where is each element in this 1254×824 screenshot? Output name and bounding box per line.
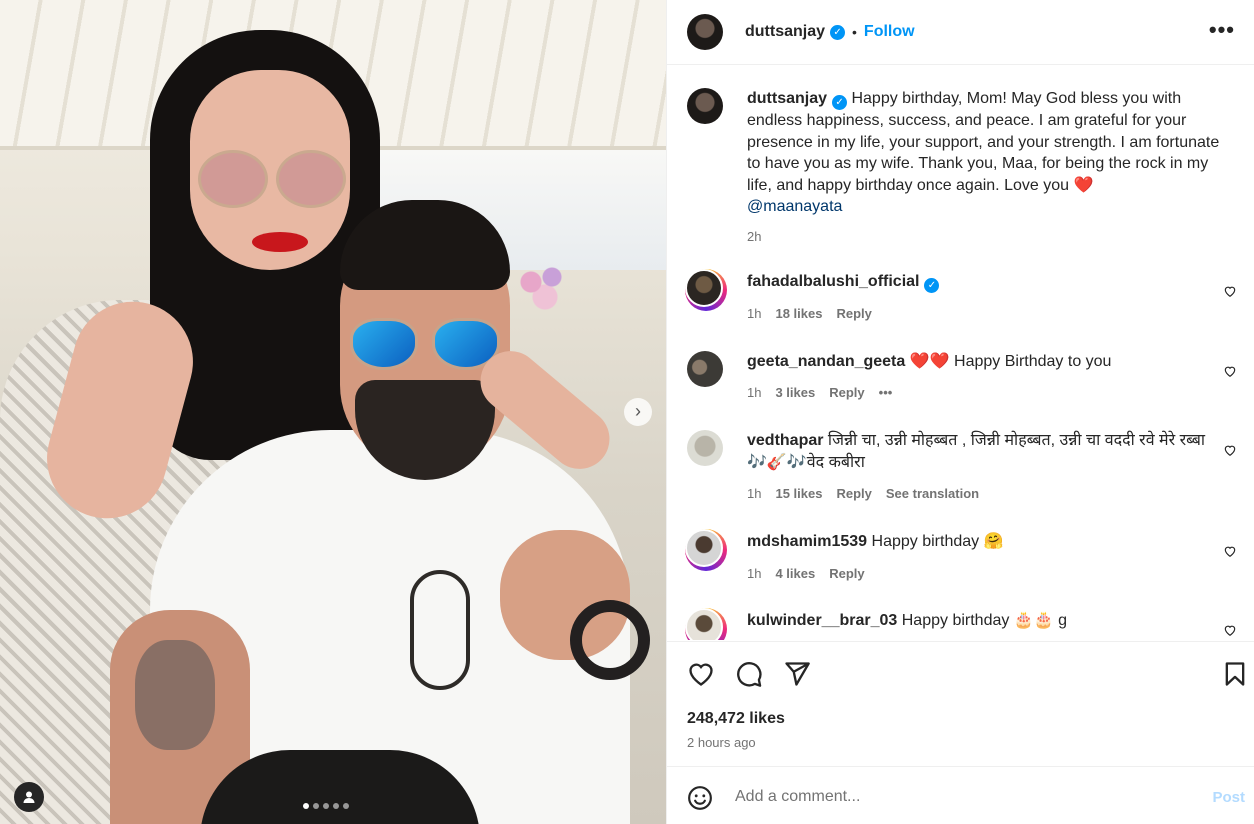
see-translation-button[interactable]: See translation bbox=[886, 486, 979, 501]
emoji-icon[interactable] bbox=[687, 785, 713, 811]
heart-icon[interactable] bbox=[1223, 364, 1237, 378]
comment-text: Happy birthday 🤗 bbox=[871, 533, 1004, 550]
add-comment-bar: Post bbox=[667, 766, 1254, 824]
comment-time[interactable]: 1h bbox=[747, 385, 761, 400]
chevron-right-icon[interactable]: › bbox=[624, 398, 652, 426]
caption-meta: 2h bbox=[747, 229, 775, 244]
photo-woman-lips bbox=[252, 232, 308, 252]
comment-text-block: mdshamim1539 Happy birthday 🤗 bbox=[747, 531, 1227, 553]
comment-time[interactable]: 1h bbox=[747, 486, 761, 501]
comment-input[interactable] bbox=[735, 785, 1175, 809]
post-side-panel: duttsanjay ✓ • Follow ••• duttsanjay ✓ Ha… bbox=[666, 0, 1254, 824]
comment-icon[interactable] bbox=[735, 660, 763, 688]
avatar[interactable] bbox=[687, 351, 723, 387]
avatar[interactable] bbox=[687, 88, 723, 124]
photo-tattoo bbox=[135, 640, 215, 750]
header-separator: • bbox=[852, 24, 857, 40]
avatar bbox=[685, 608, 723, 640]
tag-user-glyph bbox=[23, 791, 35, 803]
caption-mention[interactable]: @maanayata bbox=[747, 198, 842, 215]
carousel-dot bbox=[313, 803, 319, 809]
comment-username[interactable]: geeta_nandan_geeta bbox=[747, 353, 905, 370]
reply-button[interactable]: Reply bbox=[836, 306, 871, 321]
header-username[interactable]: duttsanjay bbox=[745, 23, 825, 41]
photo-hanging-glasses bbox=[410, 570, 470, 690]
caption-time[interactable]: 2h bbox=[747, 229, 761, 244]
avatar[interactable] bbox=[687, 430, 723, 466]
comment-text-block: fahadalbalushi_official ✓ bbox=[747, 271, 1227, 293]
comment-more-icon[interactable]: ••• bbox=[879, 385, 893, 400]
verified-icon: ✓ bbox=[924, 278, 940, 293]
tag-user-icon[interactable] bbox=[14, 782, 44, 812]
comment-meta: 1h 18 likes Reply bbox=[747, 306, 886, 321]
post-header: duttsanjay ✓ • Follow ••• bbox=[667, 0, 1254, 65]
comment-likes[interactable]: 18 likes bbox=[775, 306, 822, 321]
comment-text: Happy Birthday to you bbox=[954, 353, 1112, 370]
reply-button[interactable]: Reply bbox=[829, 385, 864, 400]
more-icon[interactable]: ••• bbox=[1209, 19, 1235, 41]
carousel-dot bbox=[333, 803, 339, 809]
heart-icon[interactable] bbox=[687, 660, 715, 688]
comment-meta: 1h 15 likes Reply See translation bbox=[747, 486, 993, 501]
post-actions: 248,472 likes 2 hours ago bbox=[667, 641, 1254, 766]
likes-count[interactable]: 248,472 likes bbox=[687, 710, 785, 728]
comment-username[interactable]: mdshamim1539 bbox=[747, 533, 867, 550]
comment-username[interactable]: fahadalbalushi_official bbox=[747, 273, 919, 290]
photo-bracelet bbox=[570, 600, 650, 680]
comment-time[interactable]: 1h bbox=[747, 566, 761, 581]
post-photo[interactable]: › bbox=[0, 0, 666, 824]
story-ring[interactable] bbox=[685, 608, 727, 640]
comment-likes[interactable]: 15 likes bbox=[775, 486, 822, 501]
heart-icon[interactable] bbox=[1223, 544, 1237, 558]
comment-text: Happy birthday 🎂🎂 g bbox=[901, 612, 1067, 629]
caption-username[interactable]: duttsanjay bbox=[747, 90, 827, 107]
comments-list[interactable]: duttsanjay ✓ Happy birthday, Mom! May God… bbox=[667, 66, 1254, 640]
save-icon[interactable] bbox=[1221, 660, 1249, 688]
story-ring[interactable] bbox=[685, 529, 727, 571]
comment-text-block: vedthapar जिन्नी चा, उन्नी मोहब्बत , जिन… bbox=[747, 430, 1227, 473]
avatar[interactable] bbox=[687, 14, 723, 50]
comment-likes[interactable]: 4 likes bbox=[775, 566, 815, 581]
photo-flowers bbox=[510, 262, 580, 312]
heart-icon[interactable] bbox=[1223, 623, 1237, 637]
reply-button[interactable]: Reply bbox=[836, 486, 871, 501]
verified-icon: ✓ bbox=[832, 95, 848, 110]
comment-meta: 1h 3 likes Reply ••• bbox=[747, 385, 906, 400]
comment-heart-emoji: ❤️❤️ bbox=[909, 353, 950, 370]
verified-icon: ✓ bbox=[830, 24, 846, 40]
carousel-dot bbox=[303, 803, 309, 809]
heart-icon[interactable] bbox=[1223, 284, 1237, 298]
avatar bbox=[685, 529, 723, 567]
comment-meta: 1h 4 likes Reply bbox=[747, 566, 879, 581]
comment-time[interactable]: 1h bbox=[747, 306, 761, 321]
carousel-indicator bbox=[303, 803, 349, 809]
comment-text-block: kulwinder__brar_03 Happy birthday 🎂🎂 g bbox=[747, 610, 1227, 632]
photo-man-sunglasses bbox=[350, 318, 500, 373]
comment-username[interactable]: vedthapar bbox=[747, 432, 823, 449]
comment-username[interactable]: kulwinder__brar_03 bbox=[747, 612, 897, 629]
follow-button[interactable]: Follow bbox=[864, 23, 915, 41]
caption-heart-emoji: ❤️ bbox=[1073, 176, 1094, 194]
comment-likes[interactable]: 3 likes bbox=[775, 385, 815, 400]
avatar bbox=[685, 269, 723, 307]
carousel-dot bbox=[343, 803, 349, 809]
caption-text-block: duttsanjay ✓ Happy birthday, Mom! May God… bbox=[747, 88, 1227, 218]
heart-icon[interactable] bbox=[1223, 443, 1237, 457]
comment-text-block: geeta_nandan_geeta ❤️❤️ Happy Birthday t… bbox=[747, 351, 1227, 373]
reply-button[interactable]: Reply bbox=[829, 566, 864, 581]
post-timestamp[interactable]: 2 hours ago bbox=[687, 735, 756, 750]
post-comment-button[interactable]: Post bbox=[1212, 789, 1245, 806]
share-icon[interactable] bbox=[783, 660, 811, 688]
carousel-dot bbox=[323, 803, 329, 809]
photo-woman-sunglasses bbox=[198, 150, 348, 210]
story-ring[interactable] bbox=[685, 269, 727, 311]
